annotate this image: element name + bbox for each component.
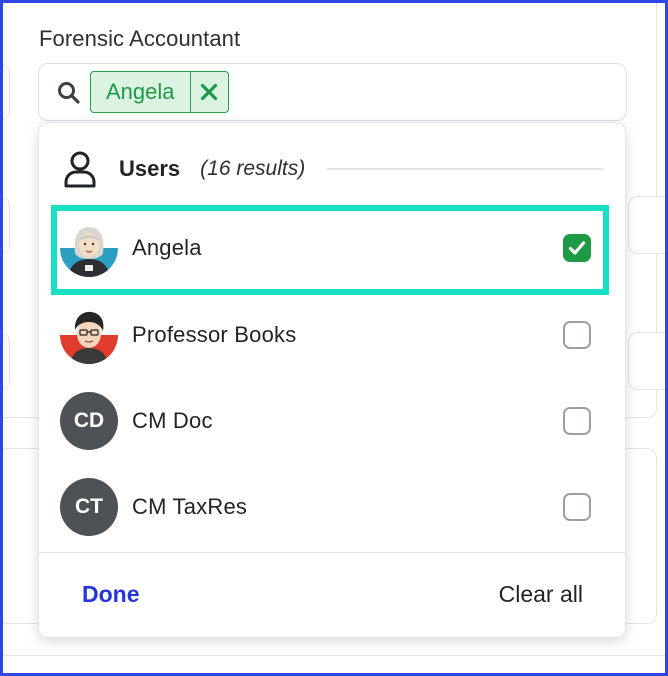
avatar-initials: CT — [60, 478, 118, 536]
option-checkbox[interactable] — [563, 493, 591, 521]
group-title: Users — [119, 156, 181, 181]
option-checkbox[interactable] — [563, 407, 591, 435]
group-divider — [327, 168, 603, 170]
done-button[interactable]: Done — [82, 581, 140, 608]
background-field — [628, 196, 668, 254]
user-name: CM TaxRes — [132, 494, 248, 519]
option-checkbox[interactable] — [563, 234, 591, 262]
group-header: Users (16 results) — [63, 149, 603, 189]
user-option-cm-taxres[interactable]: CT CM TaxRes — [39, 464, 625, 550]
footer-divider — [39, 552, 625, 553]
selected-chip: Angela — [90, 71, 229, 113]
user-option-professor-books[interactable]: Professor Books — [39, 292, 625, 378]
background-divider — [0, 655, 668, 656]
clear-all-button[interactable]: Clear all — [499, 581, 583, 608]
result-count: (16 results) — [200, 157, 306, 180]
user-option-angela[interactable]: Angela — [39, 205, 625, 291]
chip-remove-button[interactable] — [189, 72, 228, 112]
close-icon — [200, 83, 218, 101]
avatar-initials: CD — [60, 392, 118, 450]
user-name: CM Doc — [132, 408, 213, 433]
search-icon — [56, 80, 82, 106]
user-name: Professor Books — [132, 322, 297, 347]
avatar — [60, 219, 118, 277]
chip-label: Angela — [106, 79, 175, 104]
user-dropdown: Users (16 results) Angela Professor Book… — [38, 122, 626, 638]
checkmark-icon — [568, 241, 586, 255]
avatar — [60, 306, 118, 364]
option-checkbox[interactable] — [563, 321, 591, 349]
user-option-cm-doc[interactable]: CD CM Doc — [39, 378, 625, 464]
background-field — [628, 332, 668, 390]
field-label: Forensic Accountant — [39, 26, 241, 51]
user-icon — [64, 151, 96, 188]
user-name: Angela — [132, 235, 202, 260]
